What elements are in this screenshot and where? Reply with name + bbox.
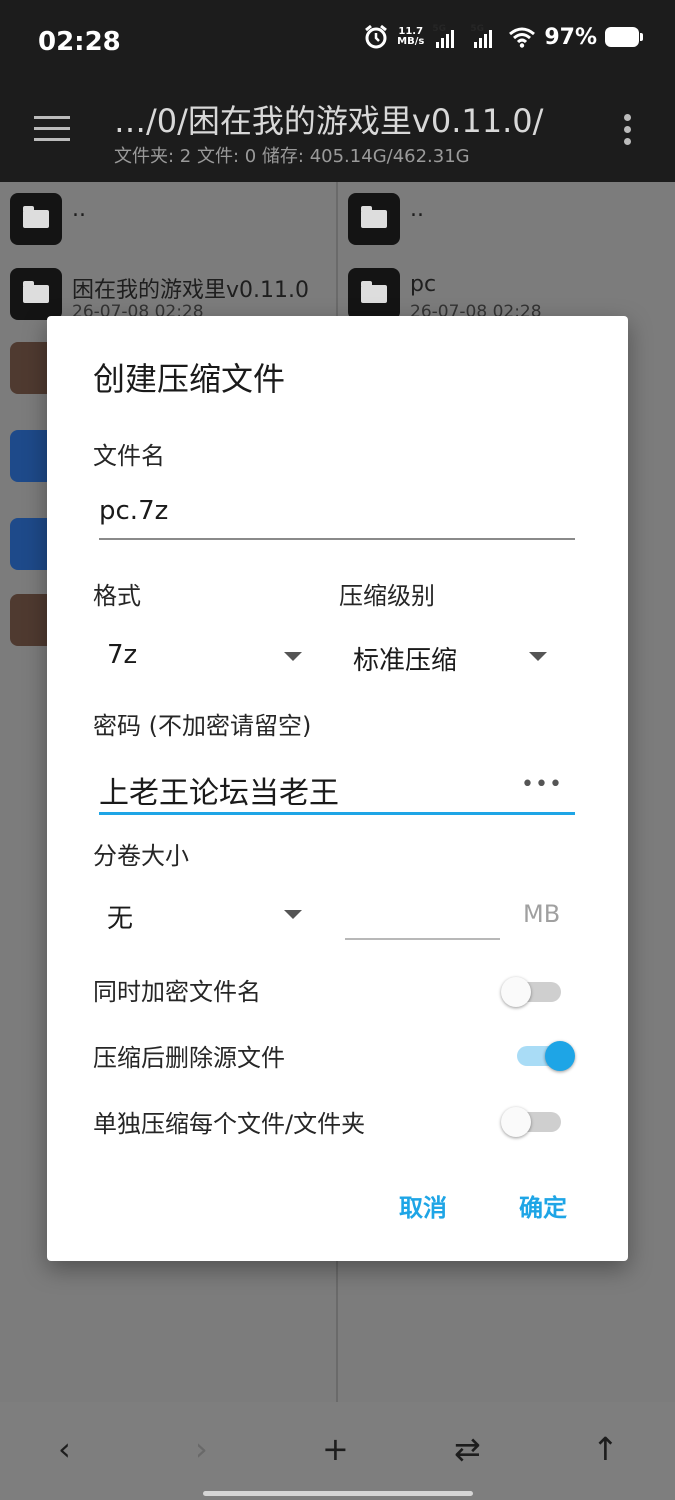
signal-icon-sim2: 5G bbox=[470, 24, 500, 50]
create-archive-dialog: 创建压缩文件 文件名 pc.7z 格式 压缩级别 7z 标准压缩 密码 (不加密… bbox=[47, 316, 628, 1261]
encrypt-names-label: 同时加密文件名 bbox=[93, 978, 261, 1006]
format-select[interactable]: 7z bbox=[107, 640, 137, 670]
up-icon[interactable]: ↑ bbox=[592, 1430, 619, 1468]
chevron-down-icon[interactable] bbox=[284, 910, 302, 919]
bottom-toolbar: ‹ › + ⇄ ↑ bbox=[0, 1402, 675, 1500]
split-select[interactable]: 无 bbox=[107, 898, 133, 935]
password-label: 密码 (不加密请留空) bbox=[93, 712, 312, 740]
alarm-icon bbox=[365, 24, 388, 49]
battery-icon bbox=[605, 27, 643, 47]
filename-underline bbox=[99, 538, 575, 540]
list-item-parent[interactable]: .. bbox=[10, 193, 86, 245]
add-icon[interactable]: + bbox=[322, 1430, 349, 1468]
list-item-parent[interactable]: .. bbox=[348, 193, 424, 245]
split-size-input[interactable] bbox=[345, 938, 500, 940]
split-label: 分卷大小 bbox=[93, 842, 189, 870]
gesture-bar bbox=[203, 1491, 473, 1496]
app-bar: …/0/困在我的游戏里v0.11.0/ 文件夹: 2 文件: 0 储存: 405… bbox=[0, 82, 675, 182]
delete-source-label: 压缩后删除源文件 bbox=[93, 1044, 285, 1072]
status-icons: 11.7 MB/s 5G 5G 97% bbox=[363, 24, 643, 50]
folder-icon bbox=[10, 268, 62, 320]
status-bar: 02:28 11.7 MB/s 5G 5G 97% bbox=[0, 0, 675, 82]
split-unit: MB bbox=[523, 900, 561, 928]
forward-icon[interactable]: › bbox=[195, 1430, 208, 1468]
folder-icon bbox=[348, 193, 400, 245]
cancel-button[interactable]: 取消 bbox=[399, 1188, 447, 1223]
encrypt-names-toggle[interactable] bbox=[501, 970, 565, 1010]
chevron-down-icon[interactable] bbox=[284, 652, 302, 661]
menu-icon[interactable] bbox=[34, 116, 70, 142]
status-time: 02:28 bbox=[38, 27, 121, 57]
list-item-folder[interactable]: pc 26-07-08 02:28 bbox=[348, 268, 542, 322]
password-field[interactable]: 上老王论坛当老王 bbox=[99, 768, 339, 812]
folder-icon bbox=[10, 193, 62, 245]
signal-icon-sim1: 5G bbox=[432, 24, 462, 50]
list-item-folder[interactable]: 困在我的游戏里v0.11.0 26-07-08 02:28 bbox=[10, 268, 309, 322]
battery-percent: 97% bbox=[544, 24, 597, 50]
filename-label: 文件名 bbox=[93, 442, 165, 470]
filename-field[interactable]: pc.7z bbox=[99, 496, 168, 526]
back-icon[interactable]: ‹ bbox=[58, 1430, 71, 1468]
level-label: 压缩级别 bbox=[339, 582, 435, 610]
separate-archive-toggle[interactable] bbox=[501, 1100, 565, 1140]
folder-icon bbox=[348, 268, 400, 320]
delete-source-toggle[interactable] bbox=[513, 1034, 577, 1074]
more-options-icon[interactable] bbox=[624, 114, 632, 150]
separate-archive-label: 单独压缩每个文件/文件夹 bbox=[93, 1110, 366, 1138]
dialog-title: 创建压缩文件 bbox=[93, 360, 286, 398]
password-visibility-icon[interactable]: ••• bbox=[521, 772, 563, 797]
swap-icon[interactable]: ⇄ bbox=[454, 1430, 481, 1468]
level-select[interactable]: 标准压缩 bbox=[353, 640, 457, 677]
net-speed: 11.7 MB/s bbox=[397, 26, 425, 47]
chevron-down-icon[interactable] bbox=[529, 652, 547, 661]
storage-summary: 文件夹: 2 文件: 0 储存: 405.14G/462.31G bbox=[114, 146, 470, 167]
password-underline bbox=[99, 812, 575, 815]
wifi-icon bbox=[509, 27, 536, 48]
ok-button[interactable]: 确定 bbox=[519, 1188, 567, 1223]
format-label: 格式 bbox=[93, 582, 141, 610]
path-title: …/0/困在我的游戏里v0.11.0/ bbox=[114, 102, 544, 140]
